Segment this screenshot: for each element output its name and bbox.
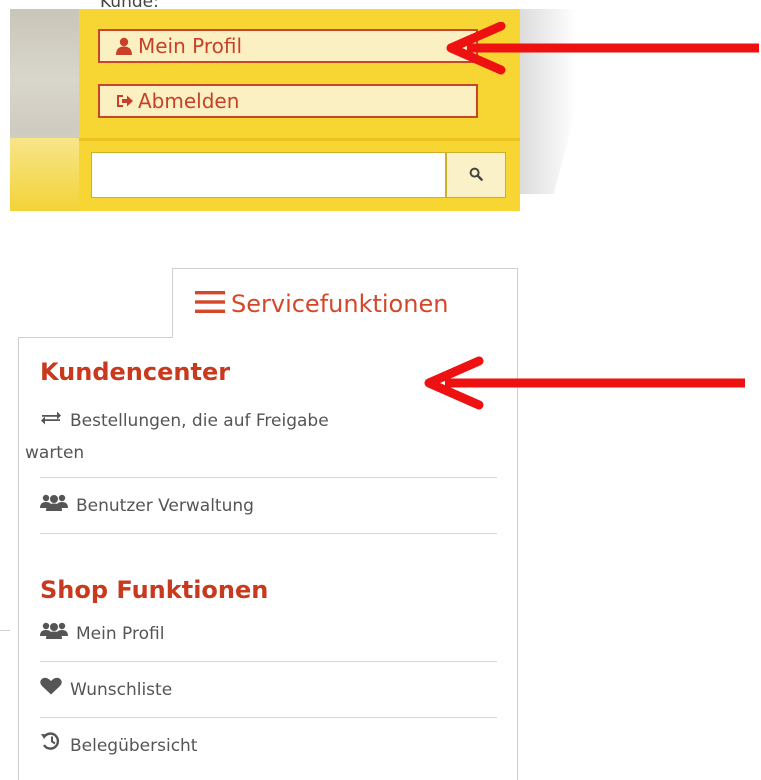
my-profile-menu-label: Mein Profil [76,624,165,644]
search-icon [469,166,483,185]
users-icon [40,618,68,650]
users-icon [40,490,68,522]
menu-item-wishlist[interactable]: Wunschliste [40,674,497,706]
service-functions-tab[interactable]: Servicefunktionen [172,268,518,338]
menu-separator [40,717,497,718]
wishlist-label: Wunschliste [70,680,173,700]
pending-orders-label-1: Bestellungen, die auf Freigabe [70,411,329,431]
my-profile-button[interactable]: Mein Profil [98,29,478,63]
section-title-customer-center: Kundencenter [40,358,231,386]
hamburger-icon [195,289,225,319]
search-input[interactable] [91,152,446,198]
menu-top-border [18,337,173,338]
customer-label-partial: Kunde: [100,0,159,9]
logout-button[interactable]: Abmelden [98,84,478,118]
history-icon [40,730,62,762]
menu-item-pending-orders[interactable]: Bestellungen, die auf Freigabe warten [25,405,497,469]
user-icon [116,37,134,55]
menu-separator [40,477,497,478]
my-profile-label: Mein Profil [138,34,243,58]
background-photo-strip [10,138,82,211]
annotation-arrow-top [446,22,759,75]
sign-out-icon [116,92,134,110]
menu-separator [40,533,497,534]
logout-label: Abmelden [138,89,240,113]
exchange-icon [40,405,62,437]
user-management-label: Benutzer Verwaltung [76,496,254,516]
service-functions-label: Servicefunktionen [231,289,449,318]
panel-divider [79,138,520,141]
menu-item-user-management[interactable]: Benutzer Verwaltung [40,490,497,522]
divider-mark [0,630,10,631]
menu-separator [40,661,497,662]
document-overview-label: Belegübersicht [70,736,198,756]
pending-orders-label-2: warten [25,443,85,463]
heart-icon [40,674,62,706]
menu-item-my-profile[interactable]: Mein Profil [40,618,497,650]
search-button[interactable] [446,152,506,198]
menu-item-document-overview[interactable]: Belegübersicht [40,730,497,762]
annotation-arrow-bottom [424,356,745,410]
section-title-shop-functions: Shop Funktionen [40,576,269,604]
